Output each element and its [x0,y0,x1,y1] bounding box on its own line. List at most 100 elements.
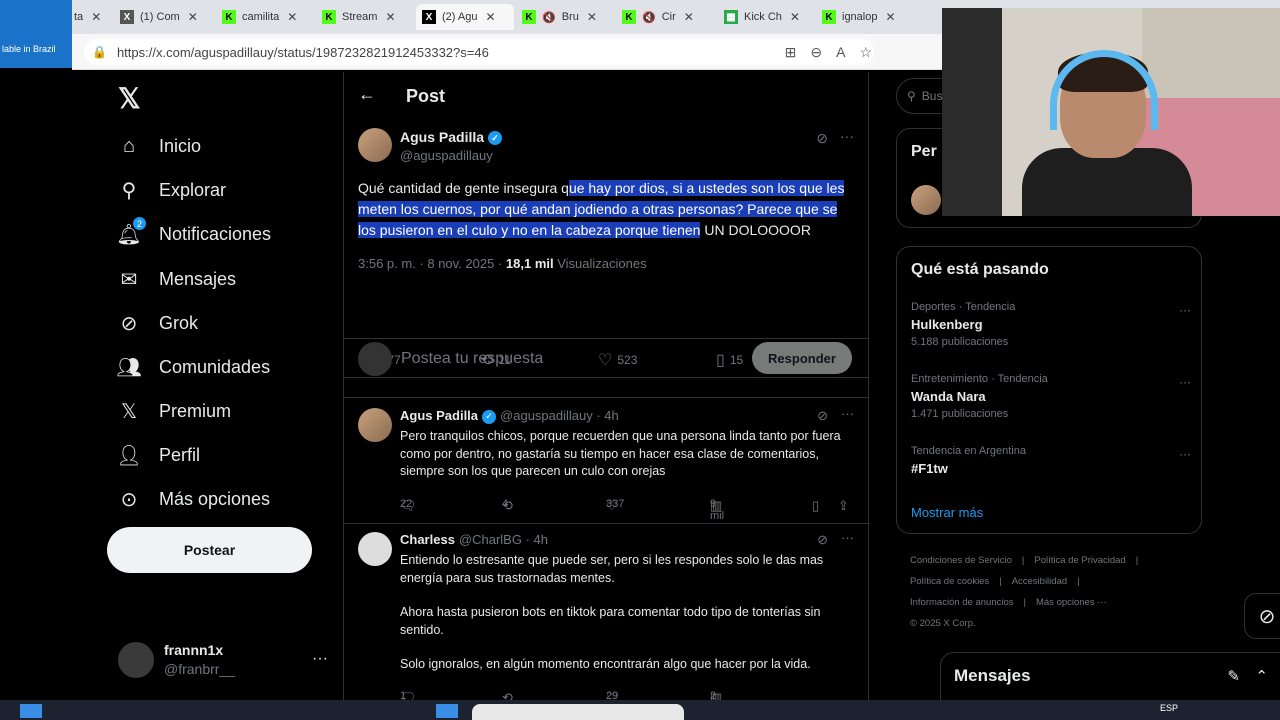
nav-item-messages[interactable]: ✉ Mensajes [116,259,236,299]
new-message-icon[interactable]: ✎ [1227,667,1240,685]
close-icon[interactable]: ✕ [287,10,297,24]
trend-name: Wanda Nara [911,389,986,404]
more-icon[interactable]: ··· [1179,447,1191,461]
grok-icon[interactable]: ⊘ [817,532,828,548]
reply-text: Entiendo lo estresante que puede ser, pe… [400,552,858,674]
reply-button[interactable]: Responder [752,342,852,374]
windows-start-icon[interactable] [20,704,42,718]
footer-link[interactable]: Más opciones ··· [1036,597,1107,608]
nav-item-profile[interactable]: 👤︎ Perfil [116,435,200,475]
reply-input[interactable]: Postea tu respuesta [401,350,543,368]
close-icon[interactable]: ✕ [91,10,101,24]
footer-link[interactable]: Accesibilidad [1012,576,1067,587]
trend-item[interactable]: Entretenimiento · Tendencia Wanda Nara 1… [911,373,1191,420]
nav-item-communities[interactable]: 👥︎ Comunidades [116,347,270,387]
avatar[interactable] [358,532,392,566]
footer-link[interactable]: Política de cookies [910,576,989,587]
trend-item[interactable]: Tendencia en Argentina #F1tw ··· [911,445,1191,476]
post-button[interactable]: Postear [107,527,312,573]
lock-icon[interactable]: 🔒 [92,45,107,59]
close-icon[interactable]: ✕ [188,10,198,24]
zoom-icon[interactable]: ⊖ [810,44,822,61]
more-icon[interactable]: ··· [840,128,854,144]
close-icon[interactable]: ✕ [485,10,495,24]
trend-item[interactable]: Deportes · Tendencia Hulkenberg 5.188 pu… [911,301,1191,348]
grok-icon: ⊘ [1258,605,1276,628]
taskbar-search[interactable] [472,704,684,720]
avatar[interactable] [358,128,392,162]
tab-label: ta [74,11,84,23]
browser-tab[interactable]: X (1) Com ✕ [120,4,216,30]
browser-tab[interactable]: K Stream ✕ [322,4,412,30]
reply-paragraph: Ahora hasta pusieron bots en tiktok para… [400,605,821,637]
grok-icon[interactable]: ⊘ [817,408,828,424]
grok-icon[interactable]: ⊘ [816,130,828,147]
post-time[interactable]: 3:56 p. m. · 8 nov. 2025 · [358,256,506,271]
reply-post[interactable]: Charless @CharlBG · 4h ⊘ ··· Entiendo lo … [344,524,868,700]
more-icon[interactable]: ··· [1179,375,1191,389]
reply-composer: Postea tu respuesta Responder [344,330,868,398]
reply-post[interactable]: Agus Padilla ✓ @aguspadillauy · 4h ⊘ ··· P… [344,400,868,524]
reply-handle[interactable]: @CharlBG · 4h [459,532,548,547]
mail-icon: ✉ [120,268,138,291]
kick-icon: K [822,10,836,24]
nav-item-home[interactable]: ⌂ Inicio [116,126,201,166]
nav-item-more[interactable]: ⊙ Más opciones [116,479,270,519]
footer-link[interactable]: Política de Privacidad [1034,555,1125,566]
expand-icon[interactable]: ⌃ [1255,667,1268,685]
browser-tab[interactable]: K 🔇 Bru ✕ [522,4,614,30]
account-switcher[interactable]: frannn1x @franbrr__ ··· [118,638,328,682]
post-header: ← Post [344,72,868,120]
trend-count: 5.188 publicaciones [911,336,1009,348]
nav-item-notifications[interactable]: 🔔︎ 2 Notificaciones [116,214,271,254]
show-more-link[interactable]: Mostrar más [911,505,983,520]
close-icon[interactable]: ✕ [885,10,895,24]
browser-tab[interactable]: Kcamilita ✕ [222,4,314,30]
close-icon[interactable]: ✕ [790,10,800,24]
copyright: © 2025 X Corp. [910,618,976,629]
more-icon[interactable]: ··· [1179,303,1191,317]
reply-handle[interactable]: @aguspadillauy · 4h [500,408,619,423]
page-title: Post [406,86,446,106]
browser-tab[interactable]: K 🔇 Cir ✕ [622,4,716,30]
browser-tab-active[interactable]: X (2) Agu ✕ [416,4,514,30]
more-icon[interactable]: ··· [312,650,328,668]
side-panel-preview[interactable]: lable in Brazil [0,0,72,68]
back-arrow-icon[interactable]: ← [358,84,376,105]
close-icon[interactable]: ✕ [385,10,395,24]
author-handle[interactable]: @aguspadillauy [400,148,493,163]
apps-icon[interactable]: ⊞ [785,44,797,61]
avatar [358,342,392,376]
reply-author[interactable]: Agus Padilla [400,408,478,423]
nav-item-premium[interactable]: 𝕏 Premium [116,391,231,431]
footer-separator: | [1135,555,1139,566]
address-bar-actions: ⊞ ⊖ A ☆ [785,44,872,61]
post-text: Qué cantidad de gente insegura que hay p… [358,178,858,241]
language-indicator[interactable]: ESP [1160,703,1178,713]
verified-icon: ✓ [488,131,503,146]
more-icon[interactable]: ··· [841,530,854,545]
nav-item-grok[interactable]: ⊘ Grok [116,303,198,343]
browser-tab[interactable]: Kignalop ✕ [822,4,918,30]
footer-link[interactable]: Condiciones de Servicio [910,555,1012,566]
close-icon[interactable]: ✕ [587,10,597,24]
reply-author[interactable]: Charless [400,532,455,547]
browser-tab[interactable]: ta ✕ [74,4,114,30]
card-title: Per [911,143,937,160]
post-author[interactable]: Agus Padilla ✓ [400,129,503,146]
footer-link[interactable]: Información de anuncios [910,597,1014,608]
messages-drawer[interactable]: Mensajes ✎ ⌃ [940,652,1280,700]
nav-item-explore[interactable]: ⚲ Explorar [116,170,226,210]
windows-start-icon[interactable] [436,704,458,718]
browser-tab[interactable]: ▦ Kick Ch ✕ [724,4,814,30]
more-icon[interactable]: ··· [841,406,854,421]
avatar[interactable] [358,408,392,442]
notification-badge: 2 [133,217,146,230]
avatar[interactable] [911,185,941,215]
grok-floating-button[interactable]: ⊘ [1244,593,1280,639]
favorite-star-icon[interactable]: ☆ [859,44,872,61]
x-logo-icon[interactable]: 𝕏 [118,82,141,115]
close-icon[interactable]: ✕ [684,10,694,24]
address-bar[interactable]: 🔒 https://x.com/aguspadillauy/status/198… [84,39,874,65]
read-aloud-icon[interactable]: A [836,44,845,61]
